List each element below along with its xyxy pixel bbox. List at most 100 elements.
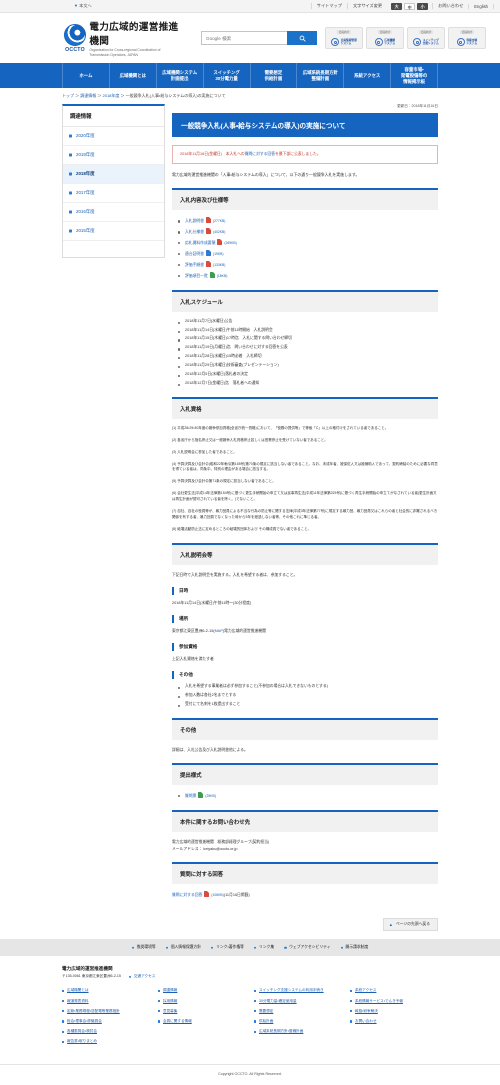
sidebar-item-2017[interactable]: 2017年度 [63, 184, 164, 204]
file-size[interactable]: (277KB) [213, 219, 225, 223]
system-button-tag: 会員向け [418, 29, 434, 34]
footer-nav-link-copyright[interactable]: リンク・著作権等 [211, 945, 244, 950]
search-input[interactable] [201, 31, 287, 46]
brand-name-ja: 電力広域的運営推進機関 [89, 22, 179, 47]
file-link[interactable]: 応札資料作成要領 [185, 241, 215, 245]
answer-note: (11月16日掲載) [223, 893, 250, 898]
footer-link[interactable]: 総会・理事会・評議員会 [62, 1019, 150, 1024]
breadcrumb-item-top[interactable]: トップ [62, 93, 74, 98]
footer-link[interactable]: 供給計画 [254, 1019, 342, 1024]
fontsize-medium-button[interactable]: 中 [404, 2, 416, 10]
site-logo[interactable]: OCCTO 電力広域的運営推進機関 Organization for Cross… [62, 19, 183, 57]
footer-link[interactable]: スイッチング支援システムの利用手続き [254, 988, 342, 993]
nav-item-home[interactable]: ホーム [62, 63, 110, 89]
footer-link[interactable]: 調達情報 [158, 988, 246, 993]
nav-item-system-plan[interactable]: 広域機関システム 計画提出 [157, 63, 204, 89]
updated-date: 更新日：2018年11月16日 [397, 104, 438, 109]
footer-nav-accessibility[interactable]: ウェブアクセシビリティ [284, 945, 330, 950]
skip-to-content-link[interactable]: ▼ 本文へ [74, 3, 92, 9]
footer-link[interactable]: 系統情報サービス・でんき予報 [350, 999, 438, 1004]
footer-column-4: 系統アクセス 系統情報サービス・でんき予報 斡旋・紛争解決 お問い合わせ [350, 988, 438, 1049]
sidebar-item-2018[interactable]: 2018年度 [63, 165, 164, 185]
skip-to-content-label: 本文へ [79, 3, 92, 8]
sidebar-item-2016[interactable]: 2016年度 [63, 203, 164, 223]
footer-link[interactable]: 系統アクセス [350, 988, 438, 993]
qualification-item: (1) 平成28・29・30年度の競争参加資格(全省庁統一資格)において、「役務… [172, 425, 389, 430]
footer-link[interactable]: 意見募集 [158, 1009, 246, 1014]
sitemap-link[interactable]: サイトマップ [310, 3, 347, 9]
file-size[interactable]: (19KB) [213, 252, 224, 256]
system-button-wide-area[interactable]: 会員向け 広域機関 システム [366, 27, 404, 50]
footer-navigation: 推奨環境等 個人情報保護方針 リンク・著作権等 リンク集 ウェブアクセシビリティ… [0, 939, 500, 957]
footer-link[interactable]: 定款・業務規程・送配電等業務指針 [62, 1009, 150, 1014]
footer-link-columns: 広域機関とは 報道発表資料 定款・業務規程・送配電等業務指針 総会・理事会・評議… [62, 988, 438, 1049]
sidebar-item-2020[interactable]: 2020年度 [63, 127, 164, 147]
pagetop-row: ▲ ページの先頭へ戻る [0, 912, 500, 940]
system-button-capacity-market[interactable]: 会員向け 容量市場 システム [448, 27, 486, 50]
footer-link[interactable]: 採用情報 [158, 999, 246, 1004]
footer-access-link[interactable]: 交通アクセス [129, 974, 155, 979]
file-size[interactable]: (269KB) [224, 241, 236, 245]
sidebar-item-2015[interactable]: 2015年度 [63, 222, 164, 242]
list-item: 2018年11月29日(木曜日)技術審査(プレゼンテーション) [178, 363, 438, 369]
footer-link[interactable]: 報道発表資料 [62, 999, 150, 1004]
nav-item-about[interactable]: 広域機関とは [110, 63, 157, 89]
footer-link[interactable]: 30分電力量・確定使用量 [254, 999, 342, 1004]
file-link[interactable]: 評価手順書 [185, 263, 204, 267]
qualification-item: (2) 各省庁から指名停止又は一般競争入札資格停止若しくは営業停止を受けていない… [172, 437, 328, 442]
file-link[interactable]: 入札仕様書 [185, 230, 204, 234]
file-size[interactable]: (25KB) [205, 794, 216, 798]
nav-item-grid-plan[interactable]: 広域系統長期方針 整備計画 [297, 63, 345, 89]
file-link[interactable]: 質問票 [185, 794, 196, 798]
main-content: 更新日：2018年11月16日 一般競争入札(人事・給与システムの導入)の実施に… [172, 104, 438, 898]
fontsize-large-button[interactable]: 大 [391, 2, 403, 10]
map-link[interactable]: MAP [215, 629, 223, 633]
sidebar-item-2019[interactable]: 2019年度 [63, 146, 164, 166]
footer-nav-recommended-env[interactable]: 推奨環境等 [132, 945, 156, 950]
footer-link[interactable]: 広域機関とは [62, 988, 150, 993]
back-to-top-button[interactable]: ▲ ページの先頭へ戻る [382, 918, 438, 932]
gear-icon [331, 38, 340, 47]
nav-item-capacity-market[interactable]: 容量市場・ 発電設備等の 情報掲示板 [391, 63, 438, 89]
site-search[interactable] [201, 31, 317, 46]
logo-acronym: OCCTO [65, 47, 85, 54]
nav-item-demand-supply[interactable]: 需要想定 供給計画 [251, 63, 298, 89]
list-item: 2018年12月7日(金曜日)迄 落札者への通知 [178, 381, 438, 387]
notice-answer-link[interactable]: 質問に対する回答 [245, 152, 275, 156]
footer-nav-disclosure[interactable]: 開示請求制度 [341, 945, 369, 950]
breadcrumb-item-procurement[interactable]: 調達情報 [80, 93, 96, 98]
pdf-icon [217, 239, 223, 246]
section-heading-qualification: 入札資格 [172, 396, 438, 419]
contact-link[interactable]: お問い合わせ [432, 3, 468, 9]
file-size[interactable]: (133KB) [213, 263, 225, 267]
search-button[interactable] [287, 31, 317, 46]
footer-link[interactable]: 会員に関する情報 [158, 1019, 246, 1024]
file-link[interactable]: 評価項目一覧 [185, 274, 208, 278]
site-header: OCCTO 電力広域的運営推進機関 Organization for Cross… [0, 13, 500, 64]
qualification-item: (5) 予算決算及び会計令第71条の規定に該当しない者であること。 [172, 479, 276, 484]
file-size[interactable]: (402KB) [213, 230, 225, 234]
breadcrumb-item-year[interactable]: 2018年度 [103, 93, 120, 98]
subheading-datetime: 日時 [172, 587, 438, 596]
nav-item-grid-access[interactable]: 系統アクセス [344, 63, 392, 89]
footer-nav-privacy-policy[interactable]: 個人情報保護方針 [166, 945, 201, 950]
system-button-switching[interactable]: 会員向け スイッチング 支援システム [407, 27, 445, 50]
footer-link[interactable]: 各種委員会・検討会 [62, 1029, 150, 1034]
footer-link[interactable]: お問い合わせ [350, 1019, 438, 1024]
footer-nav-links[interactable]: リンク集 [254, 945, 274, 950]
file-link[interactable]: 入札説明書 [185, 219, 204, 223]
footer-link[interactable]: 需要想定 [254, 1009, 342, 1014]
nav-item-switching[interactable]: スイッチング 30分電力量 [204, 63, 251, 89]
page-root: ▼ 本文へ サイトマップ 文字サイズ変更 大 中 小 お問い合わせ Englis… [0, 0, 500, 1085]
footer-link[interactable]: 斡旋・紛争解決 [350, 1009, 438, 1014]
english-link[interactable]: English [468, 3, 494, 9]
pdf-icon [205, 228, 211, 235]
system-button-member-info[interactable]: 会員向け 会員情報管理 システム [325, 27, 363, 50]
file-link[interactable]: 適合証明書 [185, 252, 204, 256]
footer-link[interactable]: 広域系統長期方針・整備計画 [254, 1029, 342, 1034]
fontsize-small-button[interactable]: 小 [417, 2, 429, 10]
file-size[interactable]: (18KB) [217, 274, 228, 278]
answer-file-size[interactable]: (106KB) [211, 893, 223, 897]
fontsize-controls[interactable]: 大 中 小 [387, 2, 432, 10]
answer-file-link[interactable]: 質問に対する回答 [172, 893, 202, 897]
